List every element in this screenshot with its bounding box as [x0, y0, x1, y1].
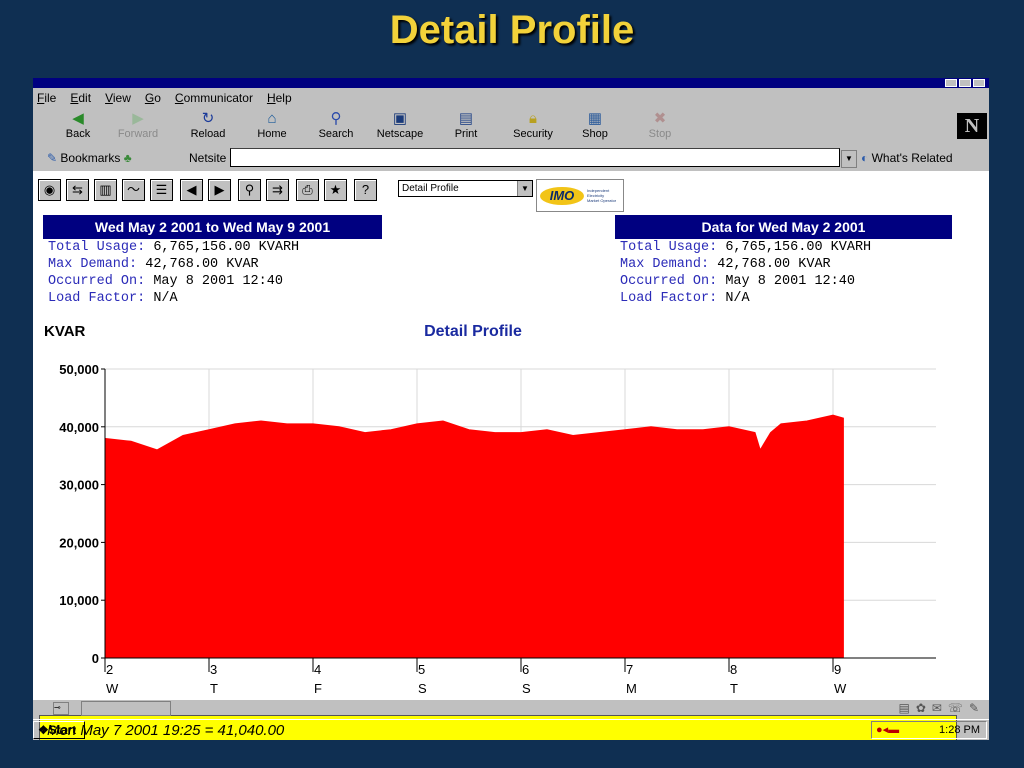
windows-icon: ❖	[38, 723, 49, 737]
tray-icons[interactable]: ●◂▬	[876, 722, 899, 738]
x-tick-weekday-label: W	[106, 681, 119, 696]
y-tick-label: 50,000	[59, 362, 99, 377]
component-bar-icons[interactable]: ▤✿✉☏✎	[898, 701, 985, 715]
related-icon: ◐	[861, 151, 869, 165]
status-bar: ⊸ ▤✿✉☏✎	[33, 699, 989, 718]
x-tick-weekday-label: T	[730, 681, 738, 696]
system-tray: ●◂▬ 1:28 PM	[871, 721, 987, 739]
print-button[interactable]: ▤ Print	[436, 108, 496, 148]
x-tick-weekday-label: M	[626, 681, 637, 696]
x-tick-weekday-label: S	[522, 681, 531, 696]
taskbar: ❖Start ●◂▬ 1:28 PM	[33, 719, 989, 740]
page-content: ◉ ⇆ ▥ 〜 ☰ ◀ ▶ ⚲ ⇉ ⎙ ★ ? Detail Profile ▼…	[33, 171, 989, 740]
stop-button[interactable]: ✖ Stop	[630, 108, 690, 148]
back-arrow-icon: ◀	[72, 110, 84, 127]
connection-icon: ⊸	[53, 702, 69, 715]
start-button[interactable]: ❖Start	[33, 721, 85, 739]
detail-profile-chart[interactable]: 0 10,000 20,000 30,000 40,000 50,000 2 W 3 T 4 F 5 S 6…	[33, 171, 989, 699]
y-tick-label: 0	[92, 651, 99, 666]
x-tick-day-label: 7	[626, 662, 633, 677]
back-button[interactable]: ◀ Back	[48, 108, 108, 148]
x-tick-day-label: 5	[418, 662, 425, 677]
search-button[interactable]: ⚲ Search	[306, 108, 366, 148]
url-input[interactable]	[230, 148, 840, 167]
x-tick-day-label: 2	[106, 662, 113, 677]
x-tick-weekday-label: S	[418, 681, 427, 696]
menu-communicator[interactable]: Communicator	[175, 91, 253, 105]
x-tick-day-label: 6	[522, 662, 529, 677]
search-icon: ⚲	[330, 110, 342, 127]
printer-icon: ▤	[458, 110, 474, 127]
minimize-icon[interactable]	[945, 79, 957, 87]
netscape-logo: N	[957, 113, 987, 139]
location-bar: ✎ Bookmarks ♣ Netsite ▼ ◐ What's Related	[33, 148, 989, 170]
window-titlebar	[33, 78, 989, 88]
shop-button[interactable]: ▦ Shop	[565, 108, 625, 148]
menu-go[interactable]: Go	[145, 91, 161, 105]
x-tick-day-label: 3	[210, 662, 217, 677]
slide-title: Detail Profile	[389, 8, 635, 52]
x-tick-day-label: 9	[834, 662, 841, 677]
kvar-area-series[interactable]	[104, 414, 844, 659]
x-tick-weekday-label: F	[314, 681, 322, 696]
netscape-icon: ▣	[392, 110, 408, 127]
url-dropdown-icon[interactable]: ▼	[841, 150, 857, 168]
forward-arrow-icon: ▶	[132, 110, 144, 127]
menu-file[interactable]: File	[37, 91, 56, 105]
forward-button[interactable]: ▶ Forward	[108, 108, 168, 148]
lock-icon: 🔒︎	[529, 110, 537, 127]
y-tick-label: 40,000	[59, 420, 99, 435]
x-tick-day-label: 4	[314, 662, 321, 677]
security-button[interactable]: 🔒︎ Security	[503, 108, 563, 148]
netscape-button[interactable]: ▣ Netscape	[370, 108, 430, 148]
menu-bar: File Edit View Go Communicator Help	[33, 90, 292, 106]
reload-icon: ↻	[201, 110, 215, 127]
bookmarks-button[interactable]: ✎ Bookmarks ♣	[47, 151, 132, 165]
menu-help[interactable]: Help	[267, 91, 292, 105]
bookmark-icon: ✎	[47, 151, 58, 165]
window-controls	[945, 79, 985, 87]
stop-icon: ✖	[653, 110, 667, 127]
y-tick-label: 20,000	[59, 535, 99, 550]
navigation-toolbar: ◀ Back ▶ Forward ↻ Reload ⌂ Home ⚲ Search ▣ Ne…	[33, 108, 989, 148]
y-tick-label: 30,000	[59, 478, 99, 493]
clock: 1:28 PM	[939, 724, 980, 736]
menu-edit[interactable]: Edit	[70, 91, 91, 105]
x-tick-weekday-label: T	[210, 681, 218, 696]
home-icon: ⌂	[267, 110, 277, 127]
home-button[interactable]: ⌂ Home	[242, 108, 302, 148]
reload-button[interactable]: ↻ Reload	[178, 108, 238, 148]
netsite-label: Netsite	[189, 151, 227, 165]
whats-related-button[interactable]: ◐ What's Related	[861, 151, 953, 165]
x-tick-day-label: 8	[730, 662, 737, 677]
close-icon[interactable]	[973, 79, 985, 87]
x-tick-weekday-label: W	[834, 681, 847, 696]
location-icon: ♣	[123, 151, 132, 165]
menu-view[interactable]: View	[105, 91, 131, 105]
y-tick-label: 10,000	[59, 593, 99, 608]
browser-window: File Edit View Go Communicator Help ◀ Bac…	[33, 78, 989, 740]
maximize-icon[interactable]	[959, 79, 971, 87]
shop-icon: ▦	[587, 110, 603, 127]
progress-well	[81, 701, 171, 716]
